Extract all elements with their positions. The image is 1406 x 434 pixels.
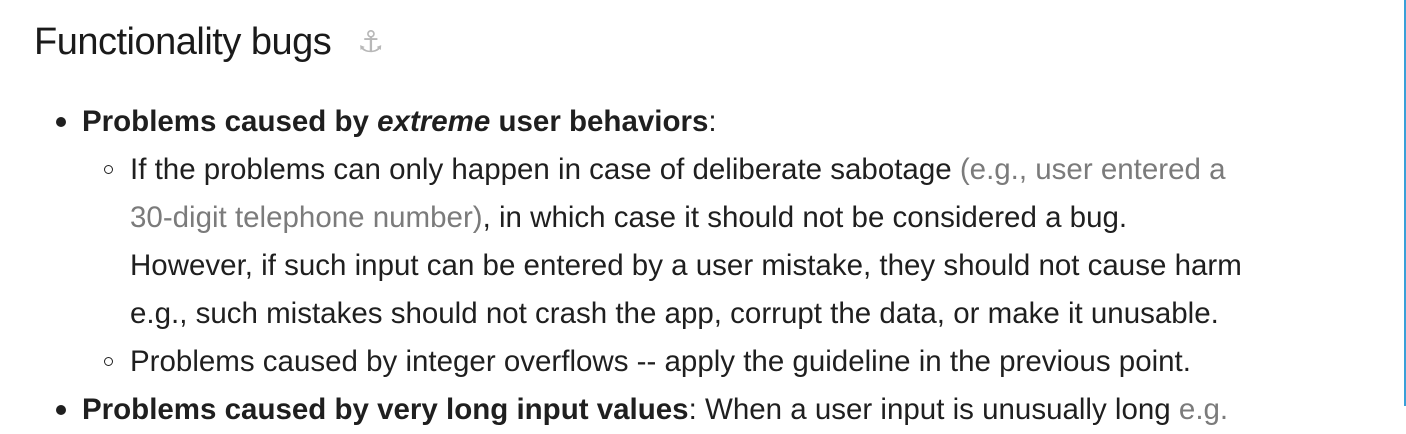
bullet-disc-icon: [56, 117, 66, 127]
list-item-long-input: Problems caused by very long input value…: [82, 393, 1229, 426]
heading-text: Functionality bugs: [34, 21, 332, 63]
bullet-disc-icon: [56, 405, 66, 415]
sub-item-sabotage-line-1: If the problems can only happen in case …: [130, 153, 1226, 186]
list-item-extreme-behaviors: Problems caused by extreme user behavior…: [82, 105, 717, 138]
anchor-icon[interactable]: ⚓: [357, 19, 384, 67]
sub-item-sabotage-line-3: However, if such input can be entered by…: [130, 249, 1242, 282]
sub-item-sabotage-line-2: 30-digit telephone number), in which cas…: [130, 201, 1128, 234]
sub-item-sabotage-line-4: e.g., such mistakes should not crash the…: [130, 297, 1219, 330]
section-heading: Functionality bugs ⚓: [34, 18, 384, 67]
bullet-circle-icon: [104, 165, 113, 174]
sub-item-integer-overflow: Problems caused by integer overflows -- …: [130, 345, 1191, 378]
bullet-circle-icon: [104, 357, 113, 366]
